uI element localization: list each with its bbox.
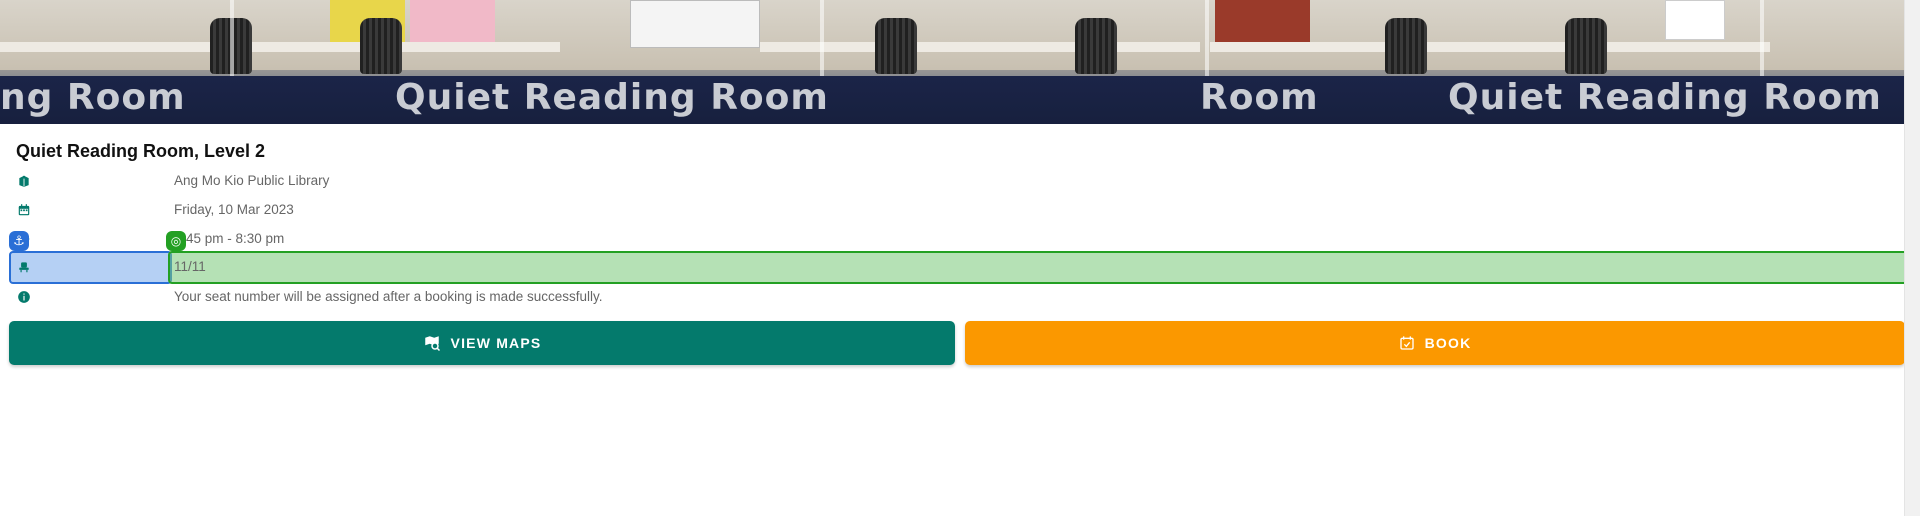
photo-poster: [1665, 0, 1725, 40]
time-row: 45 pm - 8:30 pm: [0, 227, 1904, 253]
info-row: Your seat number will be assigned after …: [0, 285, 1904, 311]
booking-time: 45 pm - 8:30 pm: [186, 231, 285, 246]
photo-desk: [760, 42, 1200, 52]
photo-desk: [1210, 42, 1770, 52]
booking-date: Friday, 10 Mar 2023: [174, 202, 294, 217]
calendar-icon: [18, 204, 30, 216]
photo-chair: [1385, 18, 1427, 74]
book-label: BOOK: [1424, 335, 1472, 351]
photo-chair: [875, 18, 917, 74]
photo-chair: [1565, 18, 1607, 74]
photo-poster: [410, 0, 495, 48]
seat-availability: 11/11: [174, 259, 206, 274]
library-row: Ang Mo Kio Public Library: [0, 169, 1904, 195]
photo-banner-text: Room: [1200, 77, 1319, 118]
photo-banner-text: Quiet Reading Room: [395, 77, 829, 118]
room-title: Quiet Reading Room, Level 2: [16, 141, 266, 161]
anchor-icon: ⚓: [9, 231, 29, 251]
photo-poster: [1215, 0, 1310, 48]
photo-desk: [0, 42, 560, 52]
view-maps-button[interactable]: VIEW MAPS: [9, 321, 955, 365]
calendar-check-icon: [1399, 336, 1414, 350]
book-open-icon: [19, 175, 29, 187]
page: ng Room Quiet Reading Room Room Quiet Re…: [0, 0, 1920, 516]
photo-banner-text: ng Room: [0, 77, 186, 118]
map-search-icon: [424, 336, 440, 352]
room-photo: ng Room Quiet Reading Room Room Quiet Re…: [0, 0, 1904, 124]
library-name: Ang Mo Kio Public Library: [174, 173, 330, 188]
book-button[interactable]: BOOK: [965, 321, 1905, 365]
view-maps-label: VIEW MAPS: [450, 335, 542, 351]
photo-poster: [630, 0, 760, 48]
seat-icon: [19, 262, 29, 273]
photo-chair: [1075, 18, 1117, 74]
info-icon: [18, 291, 30, 303]
photo-banner-text: Quiet Reading Room: [1448, 77, 1882, 118]
seats-row: 11/11: [0, 255, 1904, 281]
page-scrollbar[interactable]: [1904, 0, 1920, 516]
photo-chair: [360, 18, 402, 74]
photo-wall: [0, 0, 1904, 70]
target-icon: ◎: [166, 231, 186, 251]
date-row: Friday, 10 Mar 2023: [0, 198, 1904, 224]
seat-assignment-note: Your seat number will be assigned after …: [174, 289, 603, 304]
